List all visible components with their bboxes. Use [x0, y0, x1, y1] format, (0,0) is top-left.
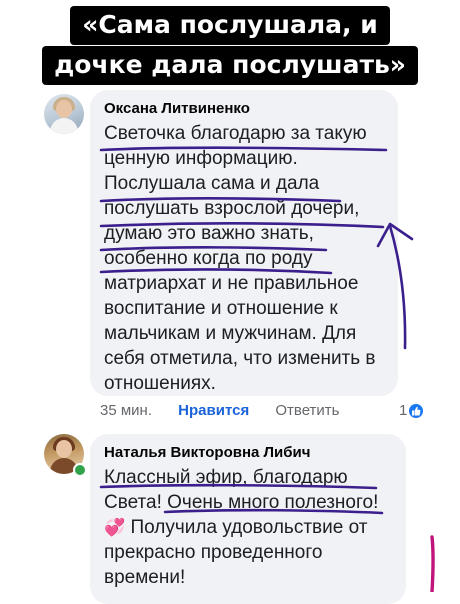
- comment-bubble-2: Наталья Викторовна Либич Классный эфир, …: [90, 434, 406, 604]
- comment-text: Светочка благодарю за такую ценную инфор…: [104, 123, 376, 394]
- comment-text: Классный эфир, благодарю Света! Очень мн…: [104, 465, 392, 590]
- reactions-summary[interactable]: 1: [399, 402, 424, 419]
- reaction-count: 1: [399, 402, 408, 419]
- like-icon: [409, 403, 424, 418]
- title-line-1: «Сама послушала, и: [70, 6, 390, 45]
- title-line-2: дочке дала послушать»: [42, 46, 418, 85]
- comment-actions: 35 мин. Нравится Ответить: [100, 402, 362, 419]
- reply-button[interactable]: Ответить: [275, 402, 339, 419]
- avatar-face: [56, 440, 72, 458]
- comment-bubble-1: Оксана Литвиненко Светочка благодарю за …: [90, 90, 398, 396]
- avatar-oksana[interactable]: [44, 94, 84, 134]
- comment-author[interactable]: Наталья Викторовна Либич: [104, 443, 392, 463]
- story-title: «Сама послушала, и дочке дала послушать»: [0, 6, 460, 86]
- magenta-mark: [430, 535, 435, 592]
- avatar-body: [50, 118, 78, 134]
- heart-emoji-icon: 💞: [104, 518, 126, 537]
- comment-text-part-2: Получила удовольствие от прекрасно прове…: [104, 517, 368, 588]
- online-status-icon: [73, 463, 87, 477]
- like-button[interactable]: Нравится: [178, 402, 249, 419]
- comment-text-part-1: Классный эфир, благодарю Света! Очень мн…: [104, 467, 379, 513]
- comment-time[interactable]: 35 мин.: [100, 402, 152, 419]
- avatar-face: [56, 100, 72, 118]
- comment-author[interactable]: Оксана Литвиненко: [104, 99, 384, 119]
